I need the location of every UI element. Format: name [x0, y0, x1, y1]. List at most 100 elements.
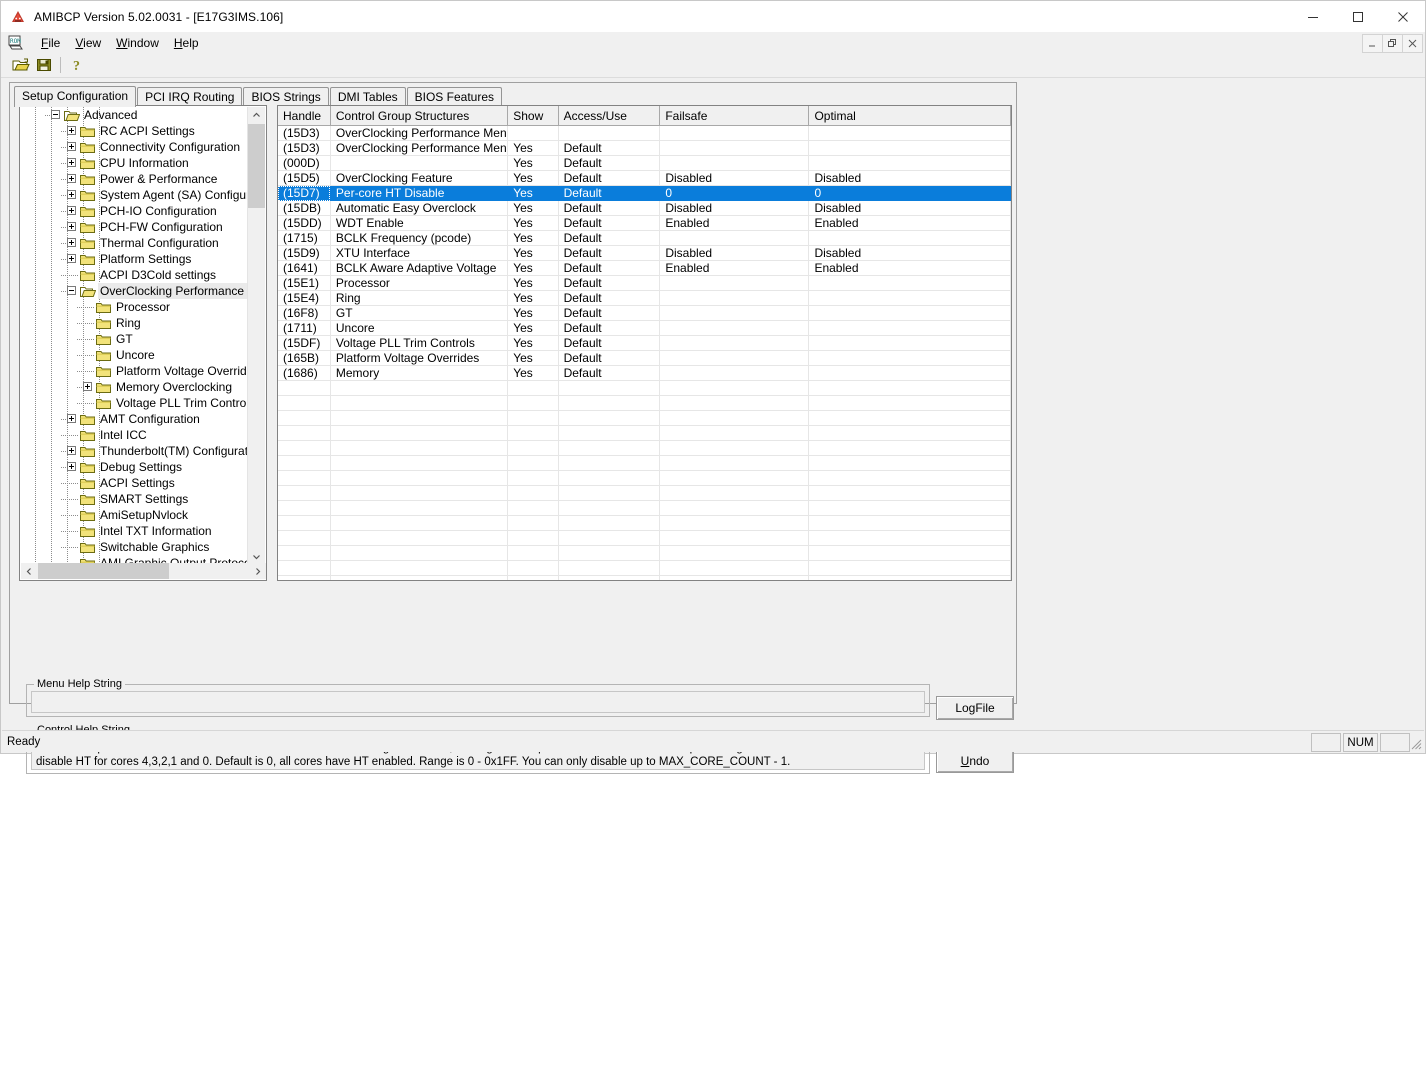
column-header-failsafe[interactable]: Failsafe — [659, 106, 810, 126]
tree-item-memory-overclocking[interactable]: Memory Overclocking — [21, 379, 249, 395]
table-row[interactable]: (000D) Yes Default — [278, 155, 1011, 171]
tree-item-gt[interactable]: GT — [21, 331, 249, 347]
expand-icon[interactable] — [67, 254, 76, 263]
tree-item-amisetupnvlock[interactable]: AmiSetupNvlock — [21, 507, 249, 523]
logfile-button[interactable]: LogFile — [936, 696, 1014, 720]
close-button[interactable] — [1380, 1, 1425, 32]
table-row[interactable]: (15D7) Per-core HT Disable Yes Default 0 0 — [278, 185, 1011, 201]
tree-vscroll-thumb[interactable] — [248, 124, 265, 208]
menu-item-window[interactable]: Window — [109, 34, 167, 52]
tab-pci-irq-routing[interactable]: PCI IRQ Routing — [137, 87, 243, 107]
tab-setup-configuration[interactable]: Setup Configuration — [14, 86, 137, 107]
tree-item-uncore[interactable]: Uncore — [21, 347, 249, 363]
tree-item-acpi-settings[interactable]: ACPI Settings — [21, 475, 249, 491]
column-header-handle[interactable]: Handle — [278, 106, 331, 126]
cell-empty — [330, 500, 509, 516]
table-row[interactable]: (1641) BCLK Aware Adaptive Voltage Yes Defa… — [278, 260, 1011, 276]
expand-icon[interactable] — [67, 142, 76, 151]
table-row[interactable]: (16F8) GT Yes Default — [278, 305, 1011, 321]
table-row[interactable]: (15D3) OverClocking Performance Menu Yes De… — [278, 140, 1011, 156]
save-icon[interactable] — [32, 54, 55, 76]
tree-item-smart-settings[interactable]: SMART Settings — [21, 491, 249, 507]
tree-item-system-agent-sa-configuration[interactable]: System Agent (SA) Configuration — [21, 187, 249, 203]
tree-item-rc-acpi-settings[interactable]: RC ACPI Settings — [21, 123, 249, 139]
collapse-icon[interactable] — [51, 110, 60, 119]
tree-item-advanced[interactable]: Advanced — [21, 107, 249, 123]
mdi-restore-icon[interactable] — [1382, 34, 1403, 53]
table-row-empty — [278, 560, 1011, 576]
tree-item-connectivity-configuration[interactable]: Connectivity Configuration — [21, 139, 249, 155]
tree-item-thunderbolt-tm-configuration[interactable]: Thunderbolt(TM) Configuration — [21, 443, 249, 459]
application-window: AMIBCP Version 5.02.0031 - [E17G3IMS.106… — [0, 0, 1426, 774]
expand-icon[interactable] — [67, 462, 76, 471]
table-row[interactable]: (1686) Memory Yes Default — [278, 365, 1011, 381]
open-icon[interactable] — [9, 54, 32, 76]
tree-item-platform-voltage-overrides[interactable]: Platform Voltage Overrides — [21, 363, 249, 379]
table-row[interactable]: (15E1) Processor Yes Default — [278, 275, 1011, 291]
expand-icon[interactable] — [67, 190, 76, 199]
menu-item-help[interactable]: Help — [167, 34, 207, 52]
tab-dmi-tables[interactable]: DMI Tables — [329, 87, 406, 107]
table-row[interactable]: (15DD) WDT Enable Yes Default Enabled Enabled — [278, 215, 1011, 231]
tree-item-cpu-information[interactable]: CPU Information — [21, 155, 249, 171]
table-row[interactable]: (15DF) Voltage PLL Trim Controls Yes Defaul… — [278, 335, 1011, 351]
tree-item-overclocking-performance-menu[interactable]: OverClocking Performance Menu — [21, 283, 249, 299]
help-icon[interactable]: ? — [66, 54, 89, 76]
tree-item-acpi-d3cold-settings[interactable]: ACPI D3Cold settings — [21, 267, 249, 283]
mdi-close-icon[interactable] — [1402, 34, 1423, 53]
table-row[interactable]: (1715) BCLK Frequency (pcode) Yes Default — [278, 230, 1011, 246]
resize-grip-icon[interactable] — [1408, 736, 1422, 750]
tree-item-pch-io-configuration[interactable]: PCH-IO Configuration — [21, 203, 249, 219]
expand-icon[interactable] — [67, 446, 76, 455]
tree-item-amt-configuration[interactable]: AMT Configuration — [21, 411, 249, 427]
maximize-button[interactable] — [1335, 1, 1380, 32]
column-header-optimal[interactable]: Optimal — [808, 106, 1011, 126]
table-row[interactable]: (15DB) Automatic Easy Overclock Yes Default… — [278, 200, 1011, 216]
table-row[interactable]: (15D3) OverClocking Performance Menu — [278, 125, 1011, 141]
menu-item-view[interactable]: View — [68, 34, 109, 52]
column-header-control-group-structures[interactable]: Control Group Structures — [330, 106, 509, 126]
tree-item-processor[interactable]: Processor — [21, 299, 249, 315]
tree-item-debug-settings[interactable]: Debug Settings — [21, 459, 249, 475]
table-row-empty — [278, 455, 1011, 471]
tree-vertical-scrollbar[interactable] — [247, 107, 265, 565]
expand-icon[interactable] — [83, 382, 92, 391]
tree-item-voltage-pll-trim-controls[interactable]: Voltage PLL Trim Controls — [21, 395, 249, 411]
collapse-icon[interactable] — [67, 286, 76, 295]
expand-icon[interactable] — [67, 174, 76, 183]
cell-empty — [808, 455, 1011, 471]
expand-icon[interactable] — [67, 238, 76, 247]
table-row[interactable]: (1711) Uncore Yes Default — [278, 320, 1011, 336]
column-header-show[interactable]: Show — [507, 106, 559, 126]
tree-item-ring[interactable]: Ring — [21, 315, 249, 331]
tree-item-intel-icc[interactable]: Intel ICC — [21, 427, 249, 443]
expand-icon[interactable] — [67, 222, 76, 231]
control-group-list-panel[interactable]: Handle Control Group Structures Show Acc… — [277, 105, 1012, 581]
tab-bios-features[interactable]: BIOS Features — [406, 87, 502, 107]
expand-icon[interactable] — [67, 126, 76, 135]
tree-item-power-performance[interactable]: Power & Performance — [21, 171, 249, 187]
tab-bios-strings[interactable]: BIOS Strings — [243, 87, 329, 107]
chevron-up-icon[interactable] — [248, 107, 265, 124]
menu-item-file[interactable]: File — [34, 34, 68, 52]
minimize-button[interactable] — [1290, 1, 1335, 32]
expand-icon[interactable] — [67, 206, 76, 215]
expand-icon[interactable] — [67, 414, 76, 423]
tree-horizontal-scrollbar[interactable] — [21, 563, 266, 579]
table-row[interactable]: (165B) Platform Voltage Overrides Yes Defau… — [278, 350, 1011, 366]
tree-item-platform-settings[interactable]: Platform Settings — [21, 251, 249, 267]
expand-icon[interactable] — [67, 158, 76, 167]
chevron-right-icon[interactable] — [249, 563, 266, 579]
tree-item-pch-fw-configuration[interactable]: PCH-FW Configuration — [21, 219, 249, 235]
mdi-minimize-icon[interactable] — [1362, 34, 1383, 53]
table-row[interactable]: (15D9) XTU Interface Yes Default Disabled Dis… — [278, 245, 1011, 261]
table-row[interactable]: (15D5) OverClocking Feature Yes Default Disa… — [278, 170, 1011, 186]
tree-item-thermal-configuration[interactable]: Thermal Configuration — [21, 235, 249, 251]
undo-button[interactable]: Undo — [936, 749, 1014, 773]
chevron-left-icon[interactable] — [21, 563, 38, 579]
column-header-access-use[interactable]: Access/Use — [558, 106, 661, 126]
tree-item-switchable-graphics[interactable]: Switchable Graphics — [21, 539, 249, 555]
tree-item-intel-txt-information[interactable]: Intel TXT Information — [21, 523, 249, 539]
table-row[interactable]: (15E4) Ring Yes Default — [278, 290, 1011, 306]
tree-hscroll-thumb[interactable] — [38, 563, 169, 579]
